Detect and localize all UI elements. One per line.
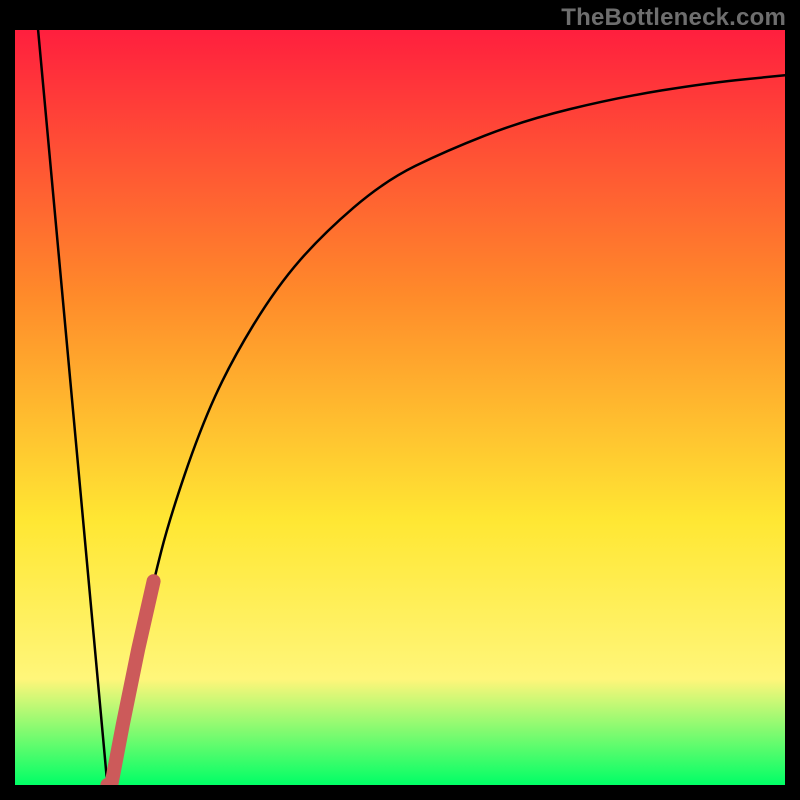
outer-frame: TheBottleneck.com xyxy=(0,0,800,800)
chart-svg xyxy=(15,30,785,785)
watermark-text: TheBottleneck.com xyxy=(561,4,786,32)
plot-area xyxy=(15,30,785,785)
